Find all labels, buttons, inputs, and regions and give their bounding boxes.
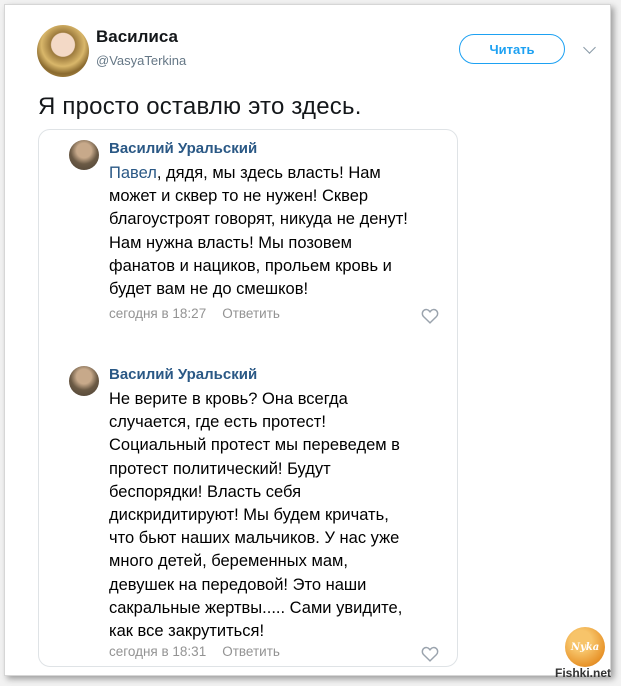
commenter-avatar[interactable] — [69, 140, 99, 170]
comment-line: много детей, беременных мам, — [109, 552, 348, 571]
mention-link[interactable]: Павел — [109, 164, 157, 182]
comment-line: благоустроят говорят, никуда не денут! — [109, 210, 408, 229]
comment-meta: сегодня в 18:31 Ответить — [109, 644, 280, 659]
reply-button[interactable]: Ответить — [222, 644, 280, 659]
tweet-frame: Василиса @VasyaTerkina Читать Я просто о… — [4, 4, 611, 676]
tweet-text: Я просто оставлю это здесь. — [38, 93, 362, 120]
comment-text: Не верите в кровь? Она всегда случается,… — [109, 388, 439, 643]
comment-line: Павел, дядя, мы здесь власть! Нам — [109, 162, 439, 185]
comment-line: что бьют наших мальчиков. У нас уже — [109, 529, 400, 548]
heart-outline-icon[interactable] — [421, 308, 439, 324]
author-handle[interactable]: @VasyaTerkina — [96, 53, 186, 68]
comment-text: Павел, дядя, мы здесь власть! Нам может … — [109, 162, 439, 301]
comment-line: фанатов и нациков, прольем кровь и — [109, 256, 392, 275]
comment-line: девушек на передовой! Это наши — [109, 575, 367, 594]
comment-line: беспорядки! Власть себя — [109, 482, 302, 501]
watermark-site: Fishki.net — [555, 666, 612, 680]
watermark-logo: Nyka — [565, 627, 605, 667]
heart-outline-icon[interactable] — [421, 646, 439, 662]
comment-line: протест политический! Будут — [109, 459, 331, 478]
comment-line: может и сквер то не нужен! Сквер — [109, 187, 369, 206]
comment-line: дискридитируют! Мы будем кричать, — [109, 506, 389, 525]
comment-line: сакральные жертвы..... Сами увидите, — [109, 598, 403, 617]
commenter-name[interactable]: Василий Уральский — [109, 140, 257, 157]
comment-meta: сегодня в 18:27 Ответить — [109, 306, 280, 321]
comment-line-text: , дядя, мы здесь власть! Нам — [156, 164, 381, 182]
follow-button[interactable]: Читать — [459, 34, 565, 64]
chevron-down-icon[interactable] — [583, 41, 596, 54]
reply-button[interactable]: Ответить — [222, 306, 280, 321]
comment-line: будет вам не до смешков! — [109, 280, 309, 299]
embedded-screenshot[interactable]: Василий Уральский Павел, дядя, мы здесь … — [38, 129, 458, 667]
comment-line: Нам нужна власть! Мы позовем — [109, 233, 353, 252]
comment-line: случается, где есть протест! — [109, 413, 326, 432]
comment-line: Не верите в кровь? Она всегда — [109, 390, 348, 408]
commenter-name[interactable]: Василий Уральский — [109, 366, 257, 383]
comment-time: сегодня в 18:31 — [109, 644, 207, 659]
commenter-avatar[interactable] — [69, 366, 99, 396]
comment-time: сегодня в 18:27 — [109, 306, 207, 321]
comment-line: как все закрутиться! — [109, 622, 265, 641]
author-name[interactable]: Василиса — [96, 27, 178, 47]
comment-line: Социальный протест мы переведем в — [109, 436, 400, 455]
author-avatar[interactable] — [37, 25, 89, 77]
